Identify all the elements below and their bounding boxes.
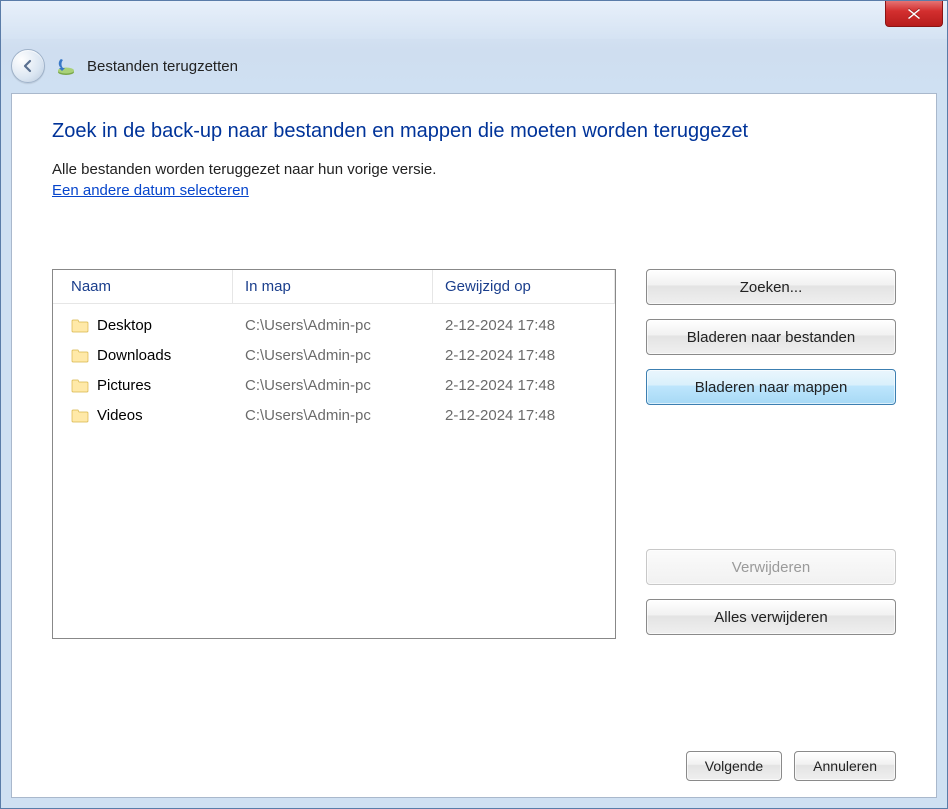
folder-icon — [71, 408, 89, 423]
item-folder: C:\Users\Admin-pc — [233, 377, 433, 394]
wizard-footer: Volgende Annuleren — [686, 751, 896, 781]
item-modified: 2-12-2024 17:48 — [433, 377, 615, 394]
list-body: Desktop C:\Users\Admin-pc 2-12-2024 17:4… — [53, 304, 615, 430]
item-modified: 2-12-2024 17:48 — [433, 347, 615, 364]
next-button[interactable]: Volgende — [686, 751, 782, 781]
file-list: Naam In map Gewijzigd op Desktop C:\User… — [52, 269, 616, 639]
item-name: Videos — [97, 407, 143, 424]
folder-icon — [71, 348, 89, 363]
search-button[interactable]: Zoeken... — [646, 269, 896, 305]
item-modified: 2-12-2024 17:48 — [433, 407, 615, 424]
window-title: Bestanden terugzetten — [87, 58, 238, 75]
folder-icon — [71, 318, 89, 333]
close-icon — [907, 8, 921, 20]
wizard-window: Bestanden terugzetten Zoek in de back-up… — [0, 0, 948, 809]
select-date-link[interactable]: Een andere datum selecteren — [52, 182, 896, 199]
titlebar — [1, 1, 947, 39]
list-header: Naam In map Gewijzigd op — [53, 270, 615, 304]
cancel-button[interactable]: Annuleren — [794, 751, 896, 781]
arrow-left-icon — [20, 58, 36, 74]
browse-files-button[interactable]: Bladeren naar bestanden — [646, 319, 896, 355]
item-folder: C:\Users\Admin-pc — [233, 317, 433, 334]
remove-button: Verwijderen — [646, 549, 896, 585]
browse-folders-button[interactable]: Bladeren naar mappen — [646, 369, 896, 405]
list-item[interactable]: Videos C:\Users\Admin-pc 2-12-2024 17:48 — [53, 400, 615, 430]
restore-app-icon — [55, 55, 77, 77]
item-name: Desktop — [97, 317, 152, 334]
list-item[interactable]: Desktop C:\Users\Admin-pc 2-12-2024 17:4… — [53, 310, 615, 340]
item-name: Pictures — [97, 377, 151, 394]
column-header-name[interactable]: Naam — [53, 270, 233, 303]
item-name: Downloads — [97, 347, 171, 364]
column-header-folder[interactable]: In map — [233, 270, 433, 303]
folder-icon — [71, 378, 89, 393]
list-item[interactable]: Downloads C:\Users\Admin-pc 2-12-2024 17… — [53, 340, 615, 370]
item-folder: C:\Users\Admin-pc — [233, 347, 433, 364]
side-buttons: Zoeken... Bladeren naar bestanden Blader… — [646, 269, 896, 635]
body-row: Naam In map Gewijzigd op Desktop C:\User… — [52, 269, 896, 639]
list-item[interactable]: Pictures C:\Users\Admin-pc 2-12-2024 17:… — [53, 370, 615, 400]
page-heading: Zoek in de back-up naar bestanden en map… — [52, 120, 896, 143]
item-modified: 2-12-2024 17:48 — [433, 317, 615, 334]
back-button[interactable] — [11, 49, 45, 83]
remove-all-button[interactable]: Alles verwijderen — [646, 599, 896, 635]
close-button[interactable] — [885, 1, 943, 27]
header-row: Bestanden terugzetten — [1, 39, 947, 93]
content-panel: Zoek in de back-up naar bestanden en map… — [11, 93, 937, 798]
column-header-modified[interactable]: Gewijzigd op — [433, 270, 615, 303]
page-subtext: Alle bestanden worden teruggezet naar hu… — [52, 161, 896, 178]
item-folder: C:\Users\Admin-pc — [233, 407, 433, 424]
